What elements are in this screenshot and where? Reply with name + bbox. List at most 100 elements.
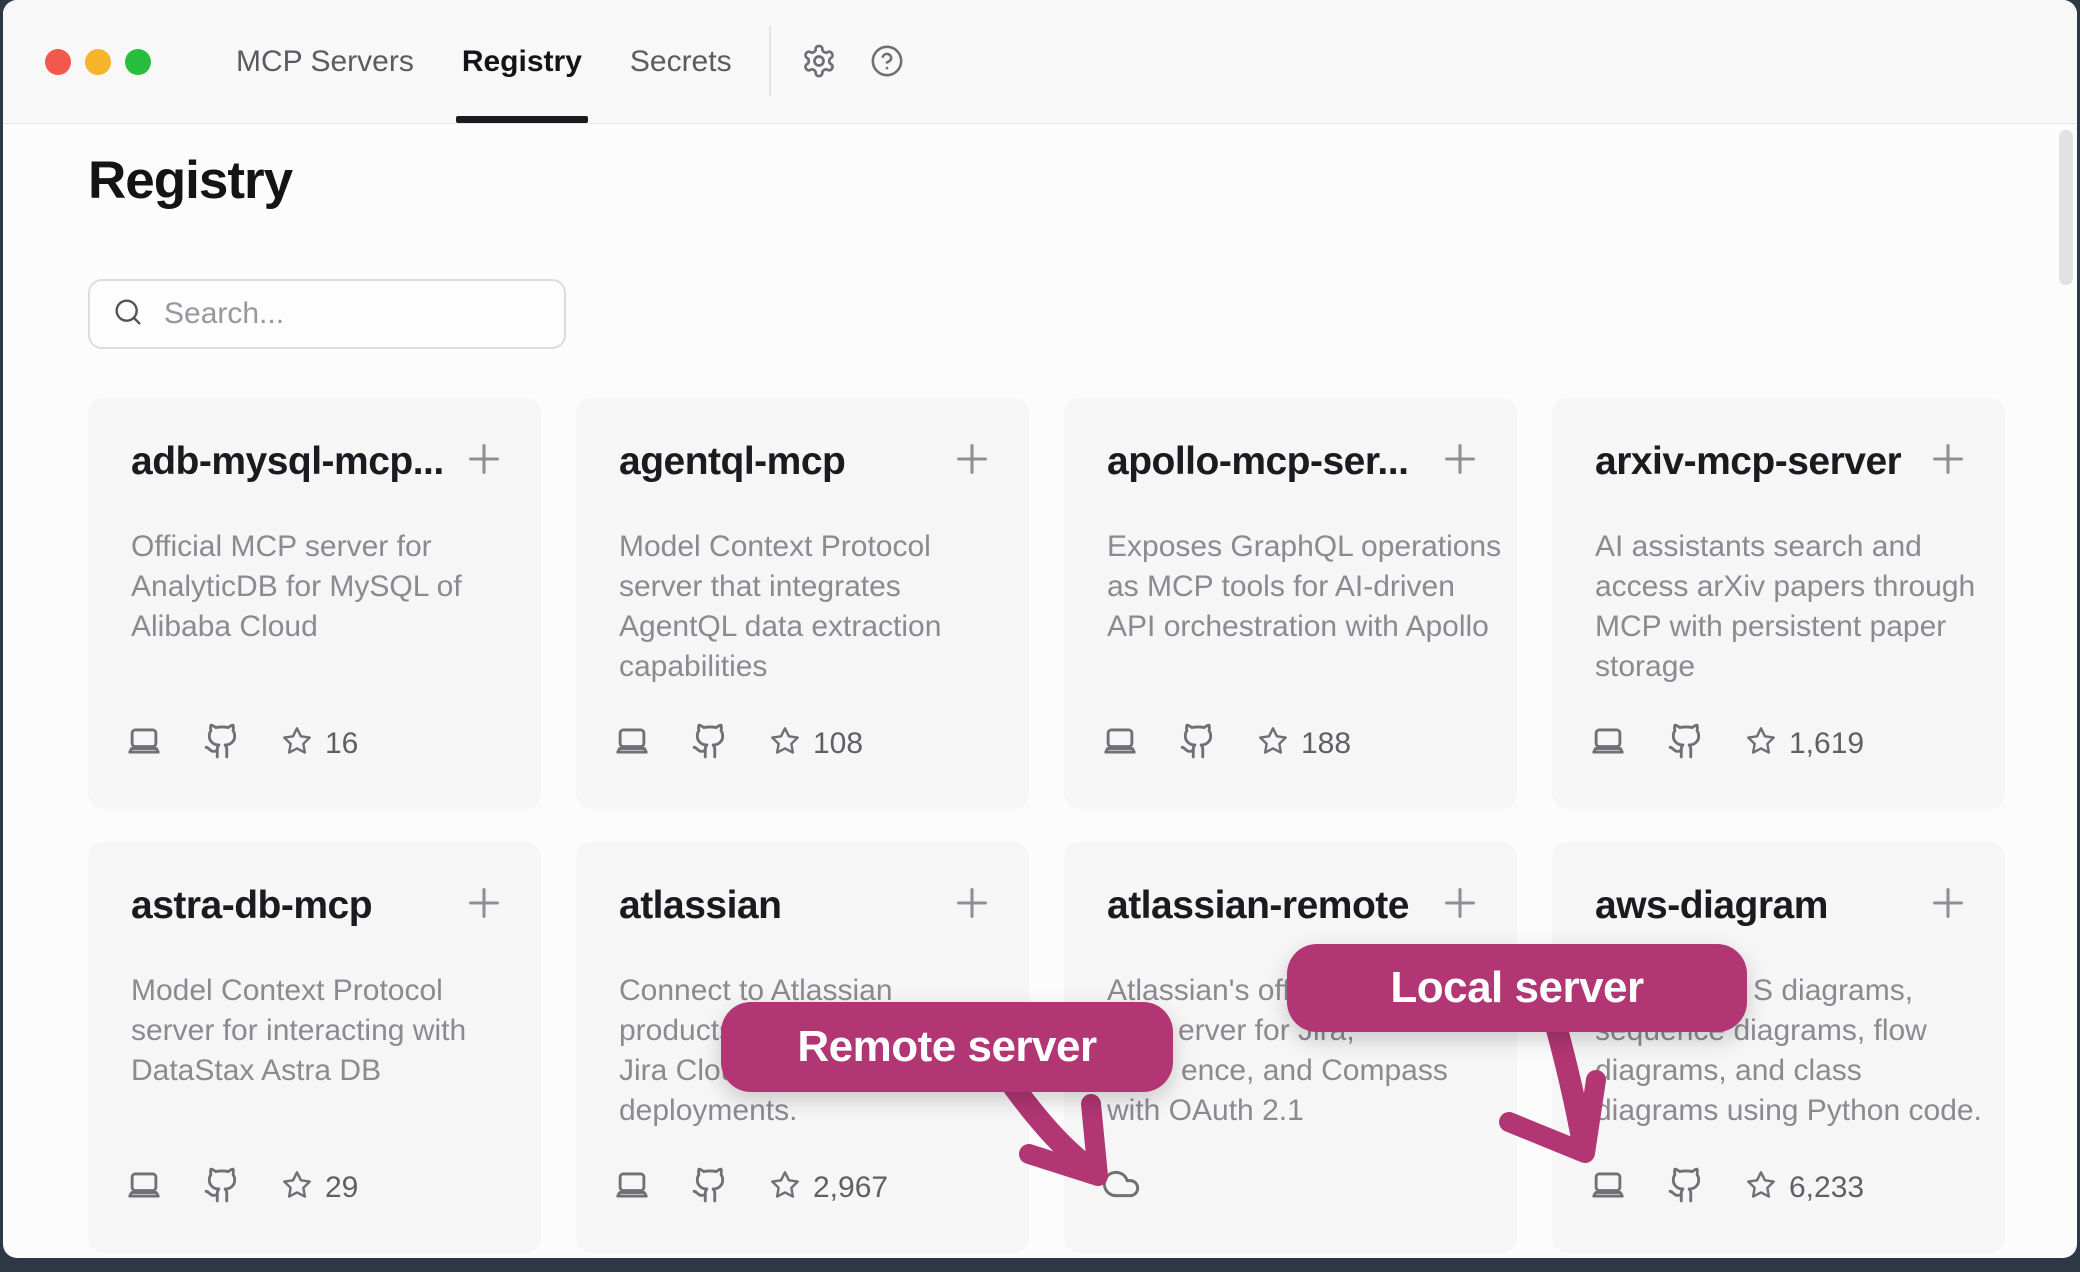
star-icon: [281, 1169, 313, 1206]
server-description: Official MCP server for AnalyticDB for M…: [88, 527, 541, 647]
description-line: Model Context Protocol: [619, 527, 986, 567]
search-icon: [112, 296, 144, 333]
star-count: 188: [1301, 727, 1351, 761]
github-icon: [203, 1166, 241, 1209]
remote-server-callout: Remote server: [721, 1002, 1173, 1092]
plus-icon: [1437, 436, 1483, 482]
description-line: access arXiv papers through: [1595, 567, 1962, 607]
server-name: adb-mysql-mcp...: [131, 440, 444, 484]
github-icon: [691, 1166, 729, 1209]
star-count: 16: [325, 727, 358, 761]
page-title: Registry: [88, 150, 292, 211]
description-line: server for interacting with: [131, 1011, 498, 1051]
description-line: DataStax Astra DB: [131, 1051, 498, 1091]
star-count: 29: [325, 1171, 358, 1205]
search-input[interactable]: [162, 296, 546, 332]
github-icon: [1667, 722, 1705, 765]
tab-label: MCP Servers: [236, 45, 414, 79]
local-server-callout-label: Local server: [1390, 963, 1643, 1013]
add-server-button[interactable]: [1437, 436, 1483, 487]
tab-label: Secrets: [630, 45, 732, 79]
plus-icon: [949, 436, 995, 482]
description-line: Exposes GraphQL operations: [1107, 527, 1474, 567]
add-server-button[interactable]: [949, 436, 995, 487]
star-icon: [1745, 725, 1777, 762]
tab-secrets[interactable]: Secrets: [630, 0, 732, 123]
description-line: AnalyticDB for MySQL of: [131, 567, 498, 607]
github-icon: [1667, 1166, 1705, 1209]
server-card-astra-db-mcp[interactable]: astra-db-mcp Model Context Protocol serv…: [88, 842, 541, 1253]
plus-icon: [949, 880, 995, 926]
settings-button[interactable]: [801, 43, 837, 79]
server-name: apollo-mcp-ser...: [1107, 440, 1408, 484]
add-server-button[interactable]: [1925, 436, 1971, 487]
zoom-window-button[interactable]: [125, 49, 151, 75]
local-server-callout: Local server: [1287, 944, 1747, 1032]
description-line: AI assistants search and: [1595, 527, 1962, 567]
star-icon: [769, 1169, 801, 1206]
description-line: with OAuth 2.1: [1107, 1091, 1474, 1131]
description-line: Official MCP server for: [131, 527, 498, 567]
title-bar: MCP Servers Registry Secrets: [3, 0, 2077, 124]
add-server-button[interactable]: [1925, 880, 1971, 931]
plus-icon: [1437, 880, 1483, 926]
server-name: agentql-mcp: [619, 440, 845, 484]
server-name: arxiv-mcp-server: [1595, 440, 1901, 484]
github-icon: [203, 722, 241, 765]
help-circle-icon: [870, 44, 904, 78]
star-icon: [281, 725, 313, 762]
tab-mcp-servers[interactable]: MCP Servers: [236, 0, 414, 123]
server-card-aws-diagram[interactable]: aws-diagram S diagrams, sequence diagram…: [1552, 842, 2005, 1253]
server-card-arxiv-mcp-server[interactable]: arxiv-mcp-server AI assistants search an…: [1552, 398, 2005, 809]
server-description: Exposes GraphQL operations as MCP tools …: [1064, 527, 1517, 647]
add-server-button[interactable]: [461, 436, 507, 487]
star-count: 1,619: [1789, 727, 1864, 761]
add-server-button[interactable]: [1437, 880, 1483, 931]
laptop-icon: [1101, 722, 1139, 765]
header-divider: [769, 26, 771, 96]
description-line: S diagrams,: [1753, 971, 1962, 1011]
star-icon: [1257, 725, 1289, 762]
minimize-window-button[interactable]: [85, 49, 111, 75]
add-server-button[interactable]: [949, 880, 995, 931]
header-tabs: MCP Servers Registry Secrets: [236, 0, 732, 123]
server-card-agentql-mcp[interactable]: agentql-mcp Model Context Protocol serve…: [576, 398, 1029, 809]
server-card-adb-mysql-mcp[interactable]: adb-mysql-mcp... Official MCP server for…: [88, 398, 541, 809]
server-description: Model Context Protocol server that integ…: [576, 527, 1029, 687]
server-card-apollo-mcp-server[interactable]: apollo-mcp-ser... Exposes GraphQL operat…: [1064, 398, 1517, 809]
laptop-icon: [1589, 1166, 1627, 1209]
plus-icon: [1925, 880, 1971, 926]
laptop-icon: [613, 1166, 651, 1209]
traffic-lights: [45, 49, 151, 75]
close-window-button[interactable]: [45, 49, 71, 75]
search-box: [88, 279, 566, 349]
description-line: capabilities: [619, 647, 986, 687]
active-tab-underline: [456, 116, 588, 123]
server-card-grid: adb-mysql-mcp... Official MCP server for…: [88, 398, 2005, 1253]
description-line: MCP with persistent paper: [1595, 607, 1962, 647]
remote-server-callout-label: Remote server: [797, 1022, 1096, 1072]
github-icon: [1179, 722, 1217, 765]
server-description: Model Context Protocol server for intera…: [88, 971, 541, 1091]
plus-icon: [1925, 436, 1971, 482]
star-count: 108: [813, 727, 863, 761]
plus-icon: [461, 436, 507, 482]
help-button[interactable]: [870, 44, 904, 78]
app-window: MCP Servers Registry Secrets Registry: [3, 0, 2077, 1258]
description-line: ence, and Compass: [1181, 1051, 1474, 1091]
description-line: diagrams, and class: [1595, 1051, 1962, 1091]
cloud-icon: [1101, 1164, 1141, 1209]
description-line: deployments.: [619, 1091, 986, 1131]
description-line: Alibaba Cloud: [131, 607, 498, 647]
vertical-scrollbar-thumb[interactable]: [2059, 130, 2073, 285]
server-name: atlassian: [619, 884, 781, 928]
laptop-icon: [125, 1166, 163, 1209]
description-line: Model Context Protocol: [131, 971, 498, 1011]
description-line: server that integrates: [619, 567, 986, 607]
server-name: astra-db-mcp: [131, 884, 372, 928]
add-server-button[interactable]: [461, 880, 507, 931]
tab-registry[interactable]: Registry: [462, 0, 582, 123]
server-name: atlassian-remote: [1107, 884, 1409, 928]
description-line: as MCP tools for AI-driven: [1107, 567, 1474, 607]
github-icon: [691, 722, 729, 765]
